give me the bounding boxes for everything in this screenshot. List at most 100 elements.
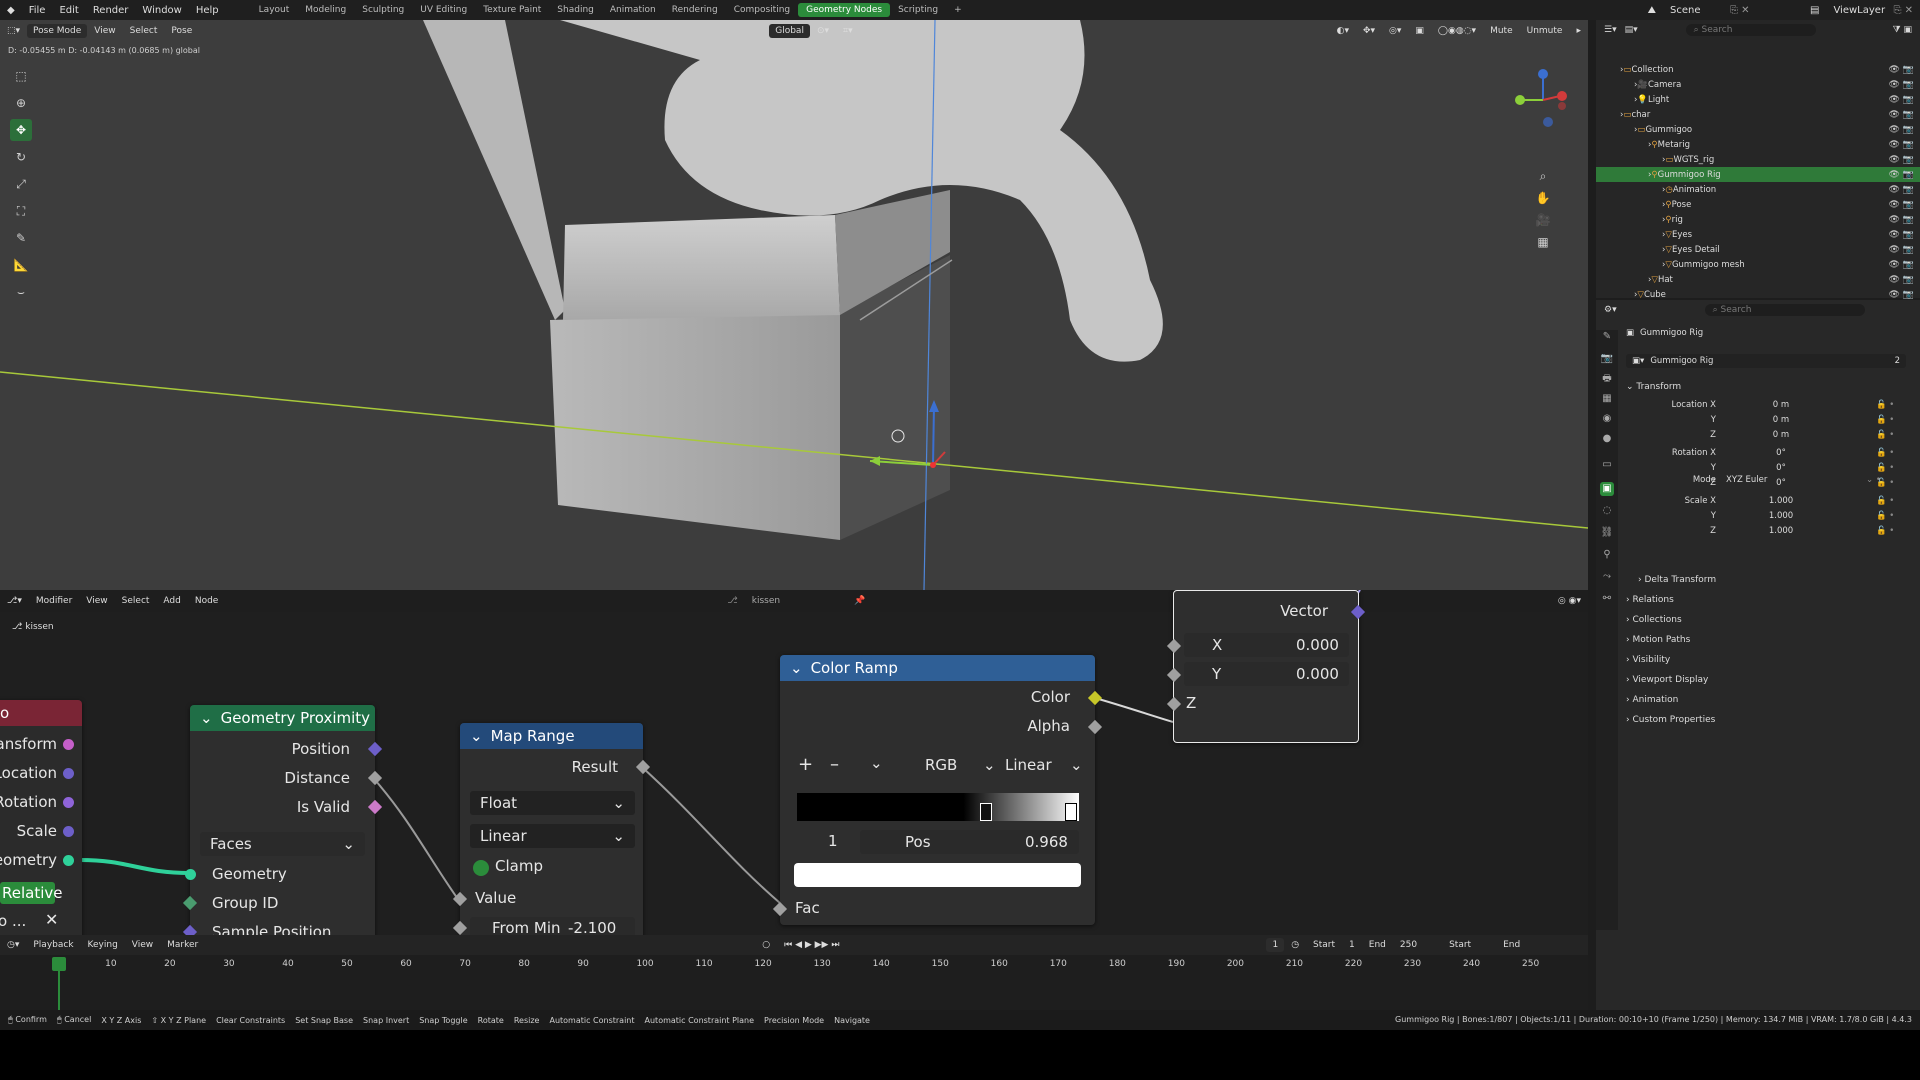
delta-transform-panel[interactable]: › Delta Transform — [1638, 575, 1716, 585]
mode-dropdown[interactable]: Pose Mode — [27, 24, 88, 38]
cursor-icon[interactable]: ⊕ — [10, 92, 32, 114]
location-value-field[interactable]: 0 m — [1716, 430, 1846, 440]
ramp-stop-black[interactable] — [980, 803, 992, 821]
location-output-socket[interactable] — [63, 768, 74, 779]
bone-tab-icon[interactable]: ⤳ — [1600, 570, 1614, 584]
scale-row-0[interactable]: Scale X 1.000 🔓 • — [1636, 496, 1906, 506]
tool-tab-icon[interactable]: ✎ — [1600, 330, 1614, 344]
outliner-row-animation[interactable]: › ◷ Animation 👁 📷 — [1596, 182, 1920, 197]
outliner-row-hat[interactable]: › ▽ Hat 👁 📷 — [1596, 272, 1920, 287]
visibility-icon[interactable]: ◐▾ — [1330, 26, 1356, 36]
viewport-menu-view[interactable]: View — [87, 26, 122, 36]
rotation-row-0[interactable]: Rotation X 0° 🔓 • — [1636, 448, 1906, 458]
outliner-row-gummigoo-mesh[interactable]: › ▽ Gummigoo mesh 👁 📷 — [1596, 257, 1920, 272]
end-frame-field[interactable]: 250 — [1393, 940, 1424, 950]
blender-logo-icon[interactable]: ◆ — [0, 5, 22, 16]
snap-icon[interactable]: ⌗▾ — [836, 26, 860, 36]
collapse-chevron-icon[interactable]: ⌄ — [790, 659, 803, 677]
panel-viewport-display[interactable]: › Viewport Display — [1626, 675, 1708, 685]
frame-ruler[interactable]: 1102030405060708090100110120130140150160… — [0, 955, 1588, 1010]
shading-modes-icon[interactable]: ◯◉◍◌▾ — [1431, 26, 1483, 36]
pin-icon[interactable]: ▸ — [1569, 26, 1588, 36]
visibility-toggle-icon[interactable]: 👁 📷 — [1889, 170, 1915, 180]
geometry-proximity-header[interactable]: ⌄ Geometry Proximity — [190, 705, 375, 731]
tab-sculpting[interactable]: Sculpting — [354, 3, 412, 17]
scale-output-socket[interactable] — [63, 826, 74, 837]
unmute-button[interactable]: Unmute — [1520, 26, 1570, 36]
scene-tab-icon[interactable]: ◉ — [1600, 412, 1614, 426]
data-type-dropdown[interactable]: Float ⌄ — [470, 791, 635, 815]
panel-relations[interactable]: › Relations — [1626, 595, 1674, 605]
visibility-toggle-icon[interactable]: 👁 📷 — [1889, 155, 1915, 165]
user-count[interactable]: 2 — [1895, 356, 1900, 366]
object-datablock-field[interactable]: ▣▾ Gummigoo Rig 2 — [1626, 354, 1906, 368]
select-box-icon[interactable]: ⬚ — [10, 65, 32, 87]
tab-rendering[interactable]: Rendering — [664, 3, 726, 17]
outliner-search-input[interactable]: ⌕ Search — [1685, 24, 1816, 36]
view-layer-tab-icon[interactable]: ▦ — [1600, 392, 1614, 406]
object-tab-icon[interactable]: ▣ — [1600, 482, 1614, 496]
tab-layout[interactable]: Layout — [251, 3, 298, 17]
playback-controls-icon[interactable]: ⏮ ◀ ▶ ▶▶ ⏭ — [777, 940, 846, 950]
collapse-chevron-icon[interactable]: ⌄ — [200, 709, 213, 727]
start-frame-field[interactable]: 1 — [1342, 940, 1362, 950]
visibility-toggle-icon[interactable]: 👁 📷 — [1889, 245, 1915, 255]
color-ramp-header[interactable]: ⌄ Color Ramp — [780, 655, 1095, 681]
playhead[interactable] — [52, 957, 66, 971]
tab-animation[interactable]: Animation — [602, 3, 664, 17]
panel-custom-properties[interactable]: › Custom Properties — [1626, 715, 1715, 725]
transform-output-socket[interactable] — [63, 739, 74, 750]
location-value-field[interactable]: 0 m — [1716, 400, 1846, 410]
y-field[interactable]: Y 0.000 — [1184, 662, 1349, 686]
collection-tab-icon[interactable]: ▭ — [1600, 458, 1614, 472]
visibility-toggle-icon[interactable]: 👁 📷 — [1889, 125, 1915, 135]
constraints-tab-icon[interactable]: ⛓ — [1600, 526, 1614, 540]
outliner-row-char[interactable]: › ▭ char 👁 📷 — [1596, 107, 1920, 122]
interpolation-dropdown[interactable]: Linear ⌄ — [470, 824, 635, 848]
view-layer-actions-icon[interactable]: ⎘ ✕ — [1886, 5, 1920, 16]
mute-button[interactable]: Mute — [1483, 26, 1520, 36]
transform-node-header[interactable]: o — [0, 700, 82, 726]
move-icon[interactable]: ✥ — [10, 119, 32, 141]
ramp-interpolation-dropdown[interactable]: Linear — [1005, 756, 1052, 774]
ramp-menu-chevron-icon[interactable]: ⌄ — [870, 754, 883, 772]
visibility-toggle-icon[interactable]: 👁 📷 — [1889, 200, 1915, 210]
map-range-node[interactable]: ⌄ Map Range Result Float ⌄ Linear ⌄ Clamp … — [452, 723, 651, 935]
properties-search-input[interactable]: ⌕ Search — [1704, 304, 1865, 316]
timeline-editor-icon[interactable]: ◷▾ — [0, 940, 26, 950]
visibility-toggle-icon[interactable]: 👁 📷 — [1889, 260, 1915, 270]
rotation-mode-row[interactable]: Mode XYZ Euler ⌄ • — [1636, 475, 1906, 485]
menu-render[interactable]: Render — [86, 5, 136, 16]
render-tab-icon[interactable]: 📷 — [1600, 352, 1614, 366]
outliner-row-camera[interactable]: › 🎥 Camera 👁 📷 — [1596, 77, 1920, 92]
ramp-stop-white[interactable] — [1065, 803, 1077, 821]
scene-icon[interactable]: ⛰ — [1641, 5, 1663, 16]
scale-row-2[interactable]: Z 1.000 🔓 • — [1636, 526, 1906, 536]
scene-actions-icon[interactable]: ⎘ ✕ — [1723, 5, 1803, 16]
location-row-1[interactable]: Y0 m 🔓 • — [1636, 415, 1906, 425]
properties-type-icon[interactable]: ⚙▾ — [1604, 305, 1617, 315]
properties-editor[interactable]: ⚙▾ ⌕ Search ✎ 📷 🖶 ▦ ◉ ● ▭ ▣ ◌ ⛓ ⚲ ⤳ ⚯ ▣ … — [1596, 300, 1920, 1010]
rotation-value-field[interactable]: 0° — [1716, 448, 1846, 458]
remove-stop-icon[interactable]: – — [830, 754, 839, 775]
menu-window[interactable]: Window — [135, 5, 188, 16]
3d-viewport[interactable]: ⬚▾ Pose Mode View Select Pose Global ⊙▾ … — [0, 20, 1588, 590]
outliner-row-gummigoo-rig[interactable]: › ⚲ Gummigoo Rig 👁 📷 — [1596, 167, 1920, 182]
color-mode-dropdown[interactable]: RGB — [925, 756, 957, 774]
view-layer-name[interactable]: ViewLayer — [1826, 5, 1886, 16]
display-mode-icon[interactable]: ▤▾ — [1625, 25, 1638, 35]
rotation-row-1[interactable]: Y 0° 🔓 • — [1636, 463, 1906, 473]
outliner-row-light[interactable]: › 💡 Light 👁 📷 — [1596, 92, 1920, 107]
scene-name[interactable]: Scene — [1663, 5, 1723, 16]
panel-visibility[interactable]: › Visibility — [1626, 655, 1670, 665]
lock-icon[interactable]: 🔓 • — [1876, 526, 1894, 536]
tab-scripting[interactable]: Scripting — [890, 3, 946, 17]
pivot-icon[interactable]: ⊙▾ — [810, 26, 836, 36]
location-row-0[interactable]: Location X0 m 🔓 • — [1636, 400, 1906, 410]
visibility-toggle-icon[interactable]: 👁 📷 — [1889, 110, 1915, 120]
rotation-value-field[interactable]: 0° — [1716, 463, 1846, 473]
lock-icon[interactable]: 🔓 • — [1876, 400, 1894, 410]
x-field[interactable]: X 0.000 — [1184, 633, 1349, 657]
gizmo-icon[interactable]: ✥▾ — [1356, 26, 1382, 36]
visibility-toggle-icon[interactable]: 👁 📷 — [1889, 95, 1915, 105]
